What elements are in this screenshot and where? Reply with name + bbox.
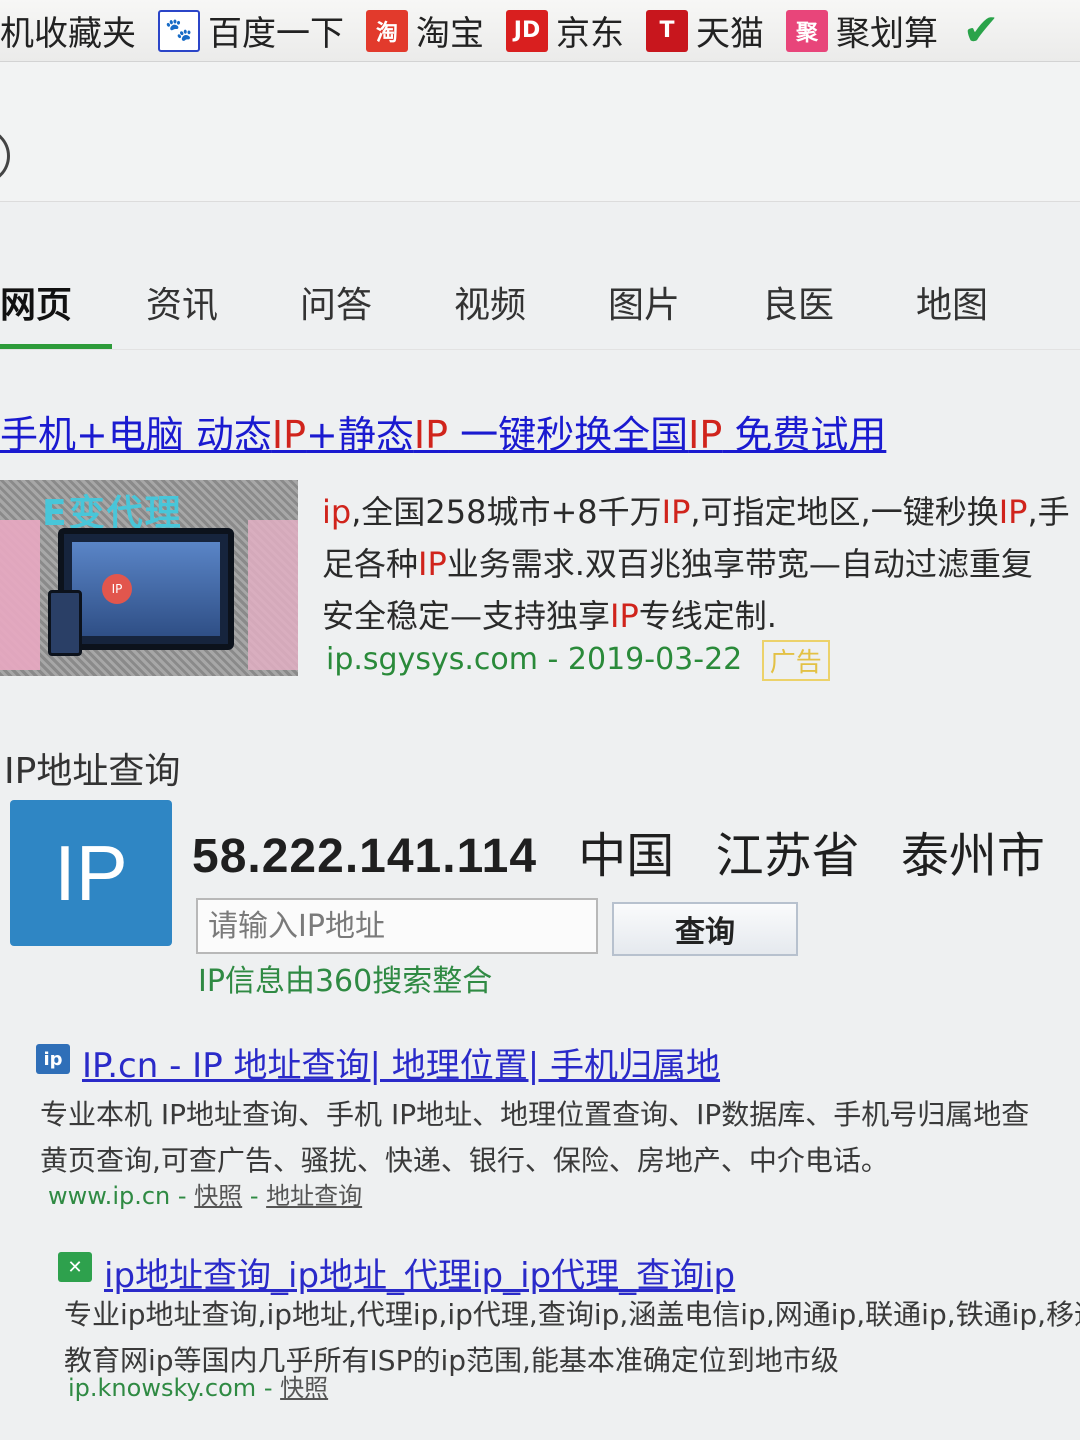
bookmark-label: 聚划算 bbox=[836, 14, 938, 54]
ad-description: ip,全国258城市+8千万IP,可指定地区,一键秒换IP,手 足各种IP业务需… bbox=[322, 486, 1080, 642]
url-separator: - bbox=[263, 1374, 281, 1402]
ad-date: 2019-03-22 bbox=[567, 642, 743, 677]
result-title-link[interactable]: IP.cn - IP 地址查询| 地理位置| 手机归属地 bbox=[82, 1038, 720, 1087]
ad-title-link[interactable]: 手机+电脑 动态IP+静态IP 一键秒换全国IP 免费试用 bbox=[0, 404, 886, 459]
bookmark-jd[interactable]: JD 京东 bbox=[506, 6, 624, 55]
ad-title-text: +静态 bbox=[306, 413, 414, 457]
ip-province: 江苏省 bbox=[715, 828, 860, 884]
ipcn-favicon-icon: ip bbox=[36, 1044, 70, 1074]
tab-doctor[interactable]: 良医 bbox=[762, 268, 916, 328]
url-separator: - bbox=[249, 1182, 267, 1210]
result-description: 专业本机 IP地址查询、手机 IP地址、地理位置查询、IP数据库、手机号归属地查… bbox=[40, 1092, 1080, 1184]
ad-thumbnail[interactable]: E变代理 IP bbox=[0, 480, 298, 676]
bookmark-label: 机收藏夹 bbox=[0, 14, 136, 54]
ad-image-decor bbox=[0, 520, 40, 670]
bookmark-label: 百度一下 bbox=[208, 14, 344, 54]
ip-query-button[interactable]: 查询 bbox=[612, 902, 798, 956]
ad-title-text: 一键秒换全国 bbox=[448, 413, 689, 457]
ad-separator: - bbox=[547, 642, 568, 677]
ip-result: 58.222.141.114 中国 江苏省 泰州市 电 bbox=[192, 816, 1080, 886]
bookmarks-bar: 机收藏夹 🐾 百度一下 淘 淘宝 JD 京东 T 天猫 聚 聚划算 ✔ bbox=[0, 0, 1080, 62]
taobao-icon: 淘 bbox=[366, 9, 408, 52]
check-icon: ✔ bbox=[962, 5, 1000, 56]
url-separator: - bbox=[177, 1182, 195, 1210]
result-url-row: ip.knowsky.com - 快照 bbox=[68, 1368, 328, 1403]
ad-desc-line: ip,全国258城市+8千万IP,可指定地区,一键秒换IP,手 bbox=[322, 493, 1070, 531]
ip-query-input[interactable] bbox=[196, 898, 598, 954]
ad-title-text: 手机+电脑 动态 bbox=[0, 413, 272, 457]
ad-desc-line: 足各种IP业务需求.双百兆独享带宽—自动过滤重复 bbox=[322, 545, 1033, 583]
knowsky-favicon-icon: ✕ bbox=[58, 1252, 92, 1282]
ad-image-decor bbox=[248, 520, 298, 670]
ad-badge: 广告 bbox=[761, 640, 830, 681]
address-query-link[interactable]: 地址查询 bbox=[266, 1182, 362, 1210]
ad-meta: ip.sgysys.com - 2019-03-22 广告 bbox=[326, 640, 830, 681]
ip-country: 中国 bbox=[578, 828, 675, 884]
tab-qa[interactable]: 问答 bbox=[300, 268, 454, 328]
ad-url[interactable]: ip.sgysys.com bbox=[326, 642, 538, 677]
baidu-paw-icon: 🐾 bbox=[158, 9, 200, 52]
ip-box-title[interactable]: IP地址查询 bbox=[4, 742, 180, 794]
ad-title-text: 免费试用 bbox=[722, 413, 887, 457]
bookmark-label: 淘宝 bbox=[416, 14, 484, 54]
tmall-icon: T bbox=[646, 9, 688, 52]
result-url-row: www.ip.cn - 快照 - 地址查询 bbox=[48, 1176, 362, 1211]
search-tabs: 网页 资讯 问答 视频 图片 良医 地图 bbox=[0, 268, 1080, 350]
cache-link[interactable]: 快照 bbox=[194, 1182, 242, 1210]
tab-video[interactable]: 视频 bbox=[454, 268, 608, 328]
bookmark-favorites[interactable]: 机收藏夹 bbox=[0, 6, 136, 55]
tab-news[interactable]: 资讯 bbox=[146, 268, 300, 328]
ip-address: 58.222.141.114 bbox=[192, 830, 538, 883]
phone-illustration bbox=[48, 590, 82, 656]
tab-map[interactable]: 地图 bbox=[916, 268, 1070, 328]
bookmark-juhuasuan[interactable]: 聚 聚划算 bbox=[786, 6, 938, 55]
bookmark-baidu[interactable]: 🐾 百度一下 bbox=[158, 6, 344, 55]
ip-city: 泰州市 bbox=[900, 828, 1045, 884]
bookmark-taobao[interactable]: 淘 淘宝 bbox=[366, 6, 484, 55]
ad-desc-line: 安全稳定—支持独享IP专线定制. bbox=[322, 597, 777, 635]
ad-title-highlight: IP bbox=[413, 413, 449, 457]
bookmark-tmall[interactable]: T 天猫 bbox=[646, 6, 764, 55]
ip-credit: IP信息由360搜索整合 bbox=[198, 964, 493, 999]
result-title-link[interactable]: ip地址查询_ip地址_代理ip_ip代理_查询ip bbox=[104, 1248, 735, 1297]
juhuasuan-icon: 聚 bbox=[786, 9, 828, 52]
ad-title-highlight: IP bbox=[271, 413, 307, 457]
tablet-screen: IP bbox=[72, 542, 220, 636]
ip-circle-icon: IP bbox=[102, 574, 132, 604]
ad-title-highlight: IP bbox=[688, 413, 723, 457]
cache-link[interactable]: 快照 bbox=[280, 1374, 328, 1402]
result-url[interactable]: ip.knowsky.com bbox=[68, 1374, 256, 1402]
tablet-illustration: IP bbox=[58, 528, 234, 650]
result-url[interactable]: www.ip.cn bbox=[48, 1182, 170, 1210]
tab-images[interactable]: 图片 bbox=[608, 268, 762, 328]
active-tab-indicator bbox=[0, 344, 112, 349]
tab-web[interactable]: 网页 bbox=[0, 268, 146, 328]
bookmark-hao[interactable]: ✔ bbox=[960, 5, 1002, 56]
bookmark-label: 天猫 bbox=[696, 14, 764, 54]
ip-logo-icon: IP bbox=[10, 800, 172, 946]
search-bar-area[interactable] bbox=[0, 62, 1080, 202]
bookmark-label: 京东 bbox=[556, 14, 624, 54]
jd-icon: JD bbox=[506, 9, 548, 52]
result-desc-line: 专业本机 IP地址查询、手机 IP地址、地理位置查询、IP数据库、手机号归属地查 bbox=[40, 1098, 1030, 1131]
result-desc-line: 专业ip地址查询,ip地址,代理ip,ip代理,查询ip,涵盖电信ip,网通ip… bbox=[64, 1298, 1080, 1331]
